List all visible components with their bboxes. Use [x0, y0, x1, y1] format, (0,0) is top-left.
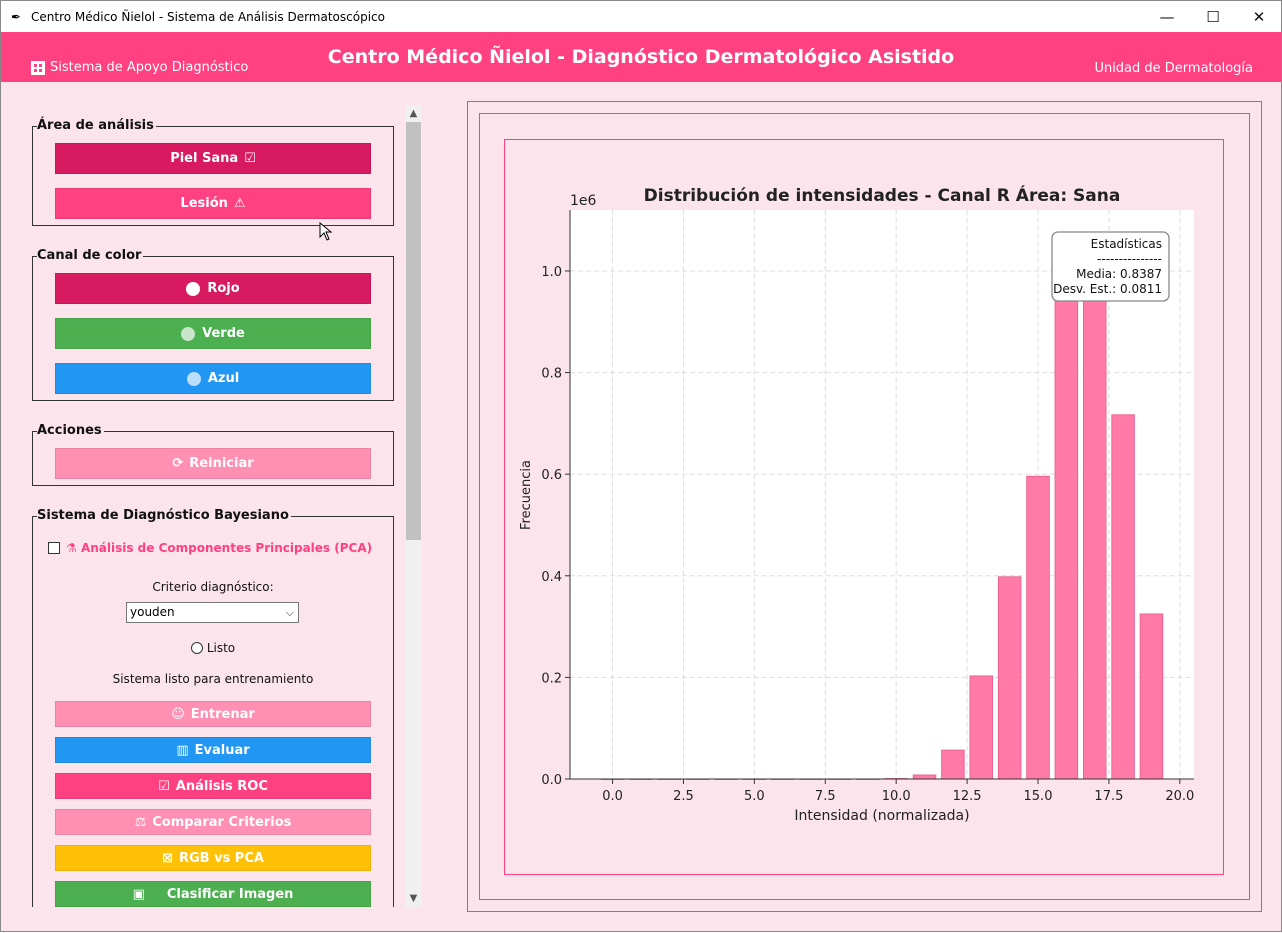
histogram-bar	[912, 774, 937, 780]
stats-line-1: Estadísticas	[1091, 237, 1162, 251]
x-tick-label: 10.0	[882, 789, 911, 804]
histogram-bar	[941, 749, 965, 780]
y-tick-label: 0.2	[541, 671, 562, 686]
histogram-bar	[969, 675, 994, 780]
y-tick-label: 0.4	[541, 570, 562, 585]
histogram-bar	[1082, 265, 1107, 780]
histogram-bar	[1054, 279, 1079, 780]
x-tick-label: 0.0	[602, 789, 623, 804]
x-tick-label: 20.0	[1165, 789, 1194, 804]
x-tick-label: 2.5	[673, 789, 694, 804]
stats-line-2: ---------------	[1097, 252, 1162, 266]
x-axis-label: Intensidad (normalizada)	[794, 808, 969, 824]
histogram-bar	[997, 576, 1022, 780]
histogram-chart: 0.0 2.5 5.0 7.5 10.0 12.5 15.0 17.5 20.0 0.0 0.2 0.…	[519, 184, 1194, 824]
mouse-cursor-icon	[319, 222, 333, 241]
x-tick-label: 5.0	[744, 789, 765, 804]
histogram-bar	[1111, 414, 1135, 780]
x-tick-label: 15.0	[1024, 789, 1053, 804]
y-tick-label: 0.0	[541, 773, 562, 788]
y-multiplier: 1e6	[570, 193, 597, 209]
x-tick-label: 17.5	[1094, 789, 1123, 804]
y-axis-label: Frecuencia	[519, 460, 534, 530]
histogram-bar	[1026, 475, 1050, 780]
stats-line-3: Media: 0.8387	[1076, 267, 1162, 281]
stats-annotation: Estadísticas --------------- Media: 0.83…	[1051, 231, 1170, 302]
x-tick-label: 12.5	[953, 789, 982, 804]
chart-title: Distribución de intensidades - Canal R Á…	[644, 184, 1121, 206]
y-tick-label: 0.6	[541, 468, 562, 483]
stats-line-4: Desv. Est.: 0.0811	[1053, 282, 1162, 296]
y-tick-label: 1.0	[541, 265, 562, 280]
y-tick-label: 0.8	[541, 367, 562, 382]
histogram-bar	[1139, 613, 1164, 780]
x-tick-label: 7.5	[815, 789, 836, 804]
app-window: ✒ Centro Médico Ñielol - Sistema de Anál…	[0, 0, 1282, 932]
